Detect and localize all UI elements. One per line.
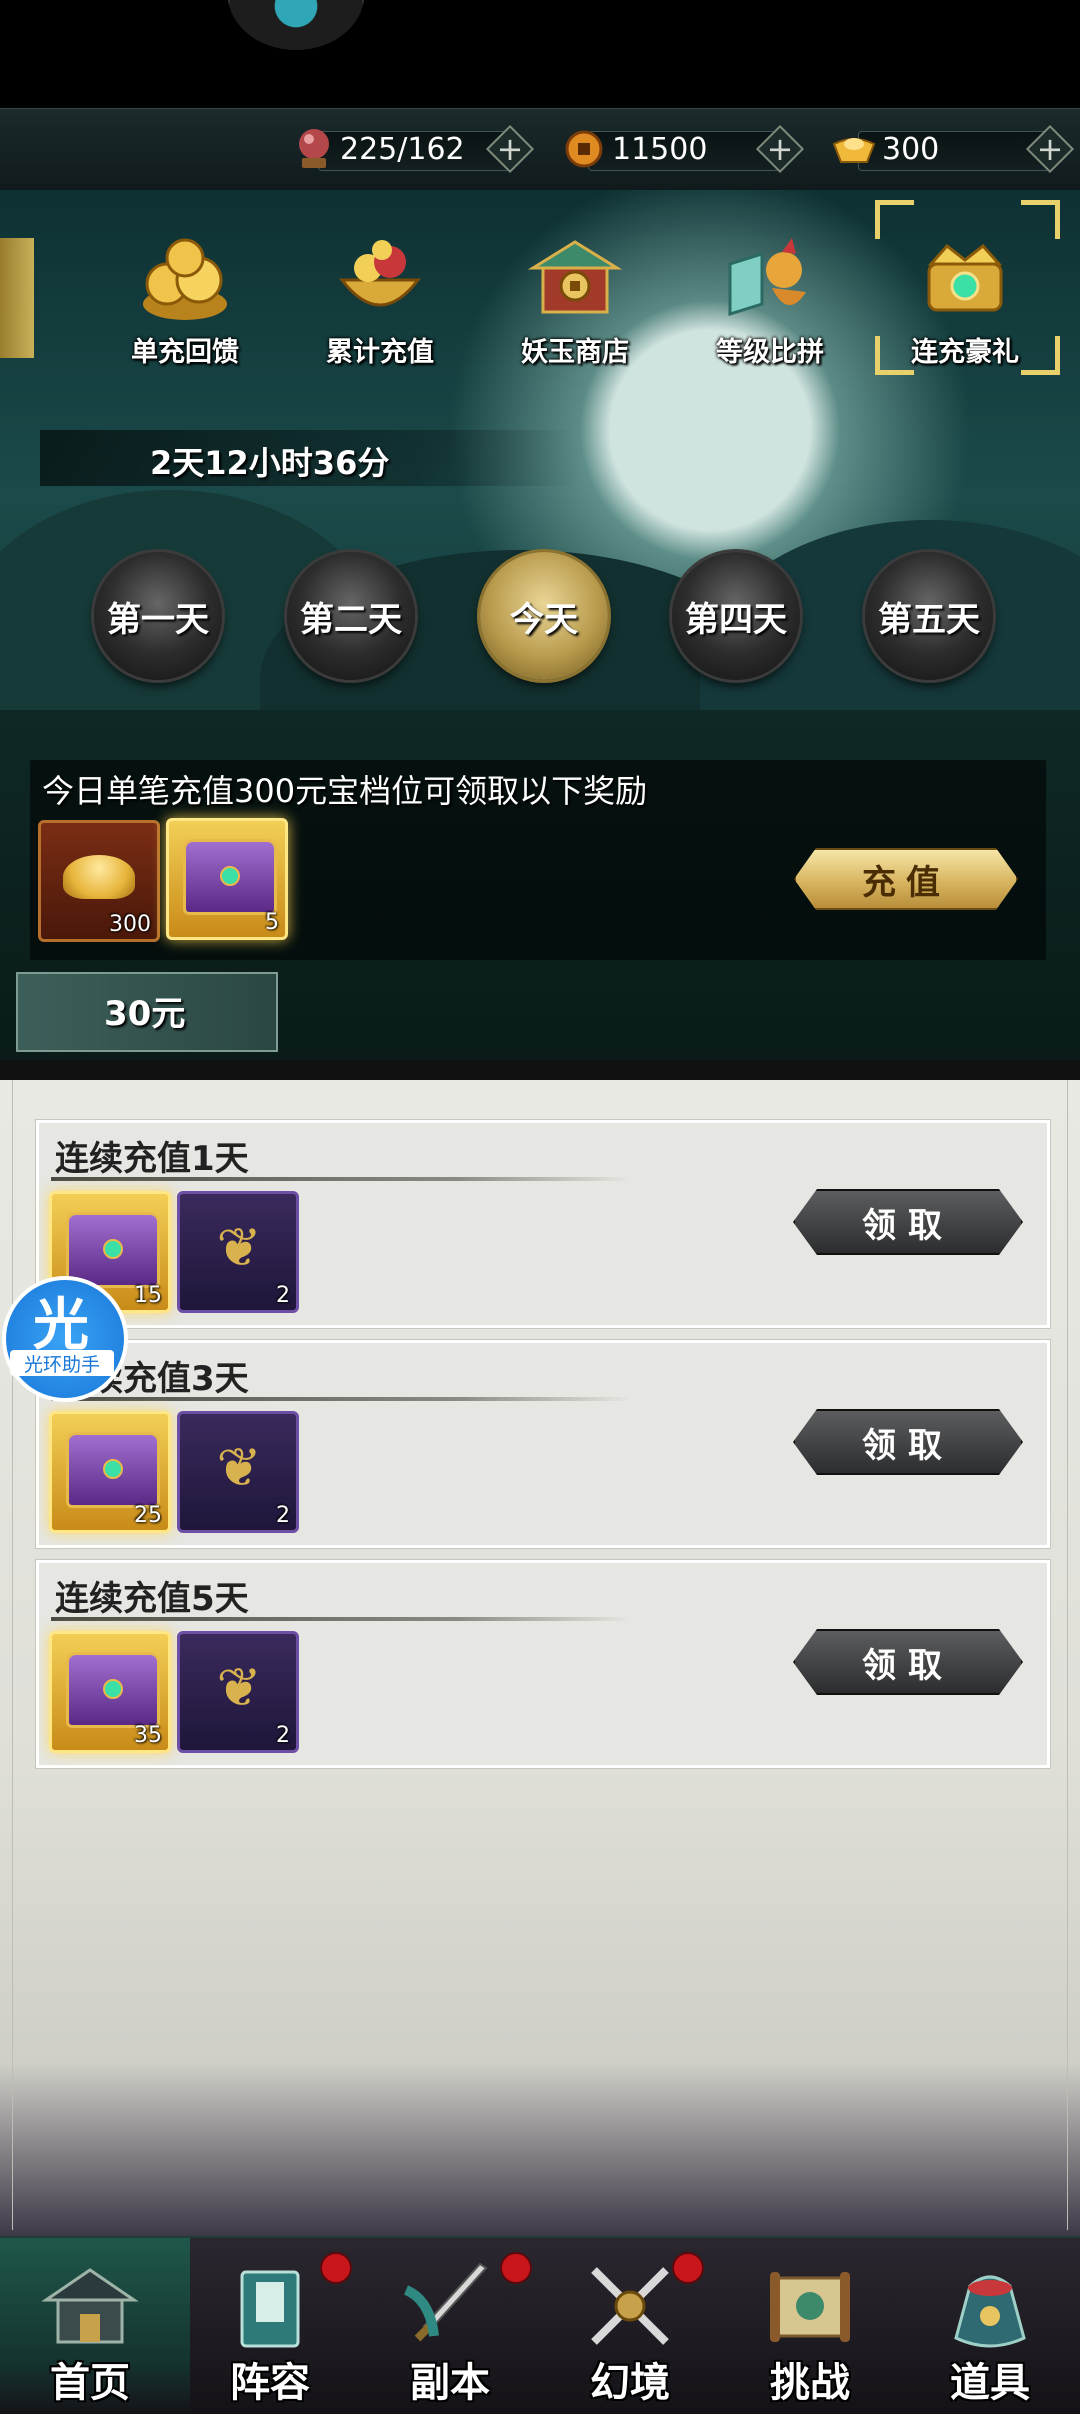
red-orb-icon	[290, 123, 338, 175]
crossed-swords-icon	[580, 2258, 680, 2358]
streak-title: 连续充值1天	[55, 1139, 249, 1179]
item-quantity: 2	[276, 1283, 290, 1308]
item-quantity: 2	[276, 1723, 290, 1748]
title-underline	[51, 1397, 631, 1401]
nav-lineup[interactable]: 阵容	[180, 2238, 360, 2414]
coins-value: 11500	[612, 132, 708, 167]
nav-home[interactable]: 首页	[0, 2238, 180, 2414]
claim-button[interactable]: 领取	[793, 1189, 1023, 1255]
item-quantity: 2	[276, 1503, 290, 1528]
streak-card-1: 连续充值1天 15 ❦ 2 领取	[35, 1119, 1051, 1329]
treasure-chest-icon	[66, 1212, 160, 1288]
item-quantity: 35	[134, 1723, 162, 1748]
tab-label: 等级比拼	[716, 337, 824, 368]
golden-fan-icon: ❦	[216, 1655, 262, 1719]
reward-item-fan[interactable]: ❦ 2	[177, 1631, 299, 1753]
tab-label: 妖玉商店	[521, 337, 629, 368]
reward-item-fan[interactable]: ❦ 2	[177, 1191, 299, 1313]
tab-single-recharge[interactable]: 单充回馈	[100, 230, 270, 390]
resource-coins: 11500 +	[560, 123, 810, 175]
nav-illusion[interactable]: 幻境	[540, 2238, 720, 2414]
nav-label: 首页	[50, 2360, 130, 2406]
bag-icon	[940, 2258, 1040, 2358]
day-2-button[interactable]: 第二天	[287, 552, 415, 680]
tab-label: 累计充值	[326, 337, 434, 368]
treasure-chest-icon	[66, 1652, 160, 1728]
notification-dot	[320, 2252, 352, 2284]
treasure-chest-icon	[66, 1432, 160, 1508]
golden-fan-icon: ❦	[216, 1435, 262, 1499]
copper-coin-icon	[560, 123, 608, 175]
item-quantity: 5	[265, 910, 279, 935]
resource-ingots: 300 +	[830, 123, 1080, 175]
day-5-button[interactable]: 第五天	[865, 552, 993, 680]
gold-ingot-icon	[830, 123, 878, 175]
treasure-bowl-icon	[330, 230, 430, 330]
event-scene: 单充回馈 累计充值 妖玉商店 等级比拼 连充豪礼 2天12小时36分 第一天 第…	[0, 190, 1080, 1060]
tab-jade-shop[interactable]: 妖玉商店	[490, 230, 660, 390]
top-status-area	[0, 0, 1080, 108]
item-quantity: 300	[109, 912, 151, 937]
resource-bar: 225/162 + 11500 + 300 +	[0, 108, 1080, 192]
claim-button[interactable]: 领取	[793, 1409, 1023, 1475]
nav-challenge[interactable]: 挑战	[720, 2238, 900, 2414]
event-tabs: 单充回馈 累计充值 妖玉商店 等级比拼 连充豪礼	[0, 190, 1080, 400]
notification-dot	[500, 2252, 532, 2284]
streak-card-5: 连续充值5天 35 ❦ 2 领取	[35, 1559, 1051, 1769]
today-reward-description: 今日单笔充值300元宝档位可领取以下奖励	[42, 772, 648, 810]
bird-banner-icon	[720, 230, 820, 330]
bottom-nav: 首页 阵容 副本 幻境 挑战 道具	[0, 2236, 1080, 2414]
tier-label: 30元	[104, 994, 186, 1034]
claim-button[interactable]: 领取	[793, 1629, 1023, 1695]
add-coins-button[interactable]: +	[760, 129, 800, 169]
title-underline	[51, 1617, 631, 1621]
helper-label: 光环助手	[10, 1350, 114, 1376]
day-4-button[interactable]: 第四天	[672, 552, 800, 680]
nav-label: 道具	[950, 2360, 1030, 2406]
palace-icon	[40, 2258, 140, 2358]
resource-stamina: 225/162 +	[290, 123, 540, 175]
sword-icon	[400, 2258, 500, 2358]
reward-item-chest[interactable]: 25	[49, 1411, 171, 1533]
golden-fan-icon: ❦	[216, 1215, 262, 1279]
streak-title: 连续充值5天	[55, 1579, 249, 1619]
nav-label: 幻境	[590, 2360, 670, 2406]
coin-pile-icon	[135, 230, 235, 330]
gold-ingot-icon	[63, 855, 135, 899]
scroll-icon	[760, 2258, 860, 2358]
tab-cumulative-recharge[interactable]: 累计充值	[295, 230, 465, 390]
tab-label: 单充回馈	[131, 337, 239, 368]
reward-item-chest[interactable]: 35	[49, 1631, 171, 1753]
recharge-button[interactable]: 充值	[794, 848, 1018, 910]
jade-shop-icon	[525, 230, 625, 330]
nav-label: 副本	[410, 2360, 490, 2406]
book-icon	[220, 2258, 320, 2358]
nav-label: 挑战	[770, 2360, 850, 2406]
streak-card-3: 连续充值3天 25 ❦ 2 领取	[35, 1339, 1051, 1549]
item-quantity: 15	[134, 1283, 162, 1308]
title-underline	[51, 1177, 631, 1181]
stamina-value: 225/162	[340, 132, 465, 167]
treasure-chest-icon	[183, 839, 277, 915]
add-stamina-button[interactable]: +	[490, 129, 530, 169]
reward-item-chest[interactable]: 5	[166, 818, 288, 940]
add-ingots-button[interactable]: +	[1030, 129, 1070, 169]
reward-item-ingot[interactable]: 300	[38, 820, 160, 942]
ingots-value: 300	[882, 132, 940, 167]
item-quantity: 25	[134, 1503, 162, 1528]
nav-items[interactable]: 道具	[900, 2238, 1080, 2414]
nav-label: 阵容	[230, 2360, 310, 2406]
reward-item-fan[interactable]: ❦ 2	[177, 1411, 299, 1533]
day-today-button[interactable]: 今天	[480, 552, 608, 680]
nav-dungeon[interactable]: 副本	[360, 2238, 540, 2414]
selected-tab-frame	[875, 200, 1060, 375]
tab-level-ranking[interactable]: 等级比拼	[685, 230, 855, 390]
notification-dot	[672, 2252, 704, 2284]
event-countdown: 2天12小时36分	[150, 444, 390, 482]
day-1-button[interactable]: 第一天	[94, 552, 222, 680]
